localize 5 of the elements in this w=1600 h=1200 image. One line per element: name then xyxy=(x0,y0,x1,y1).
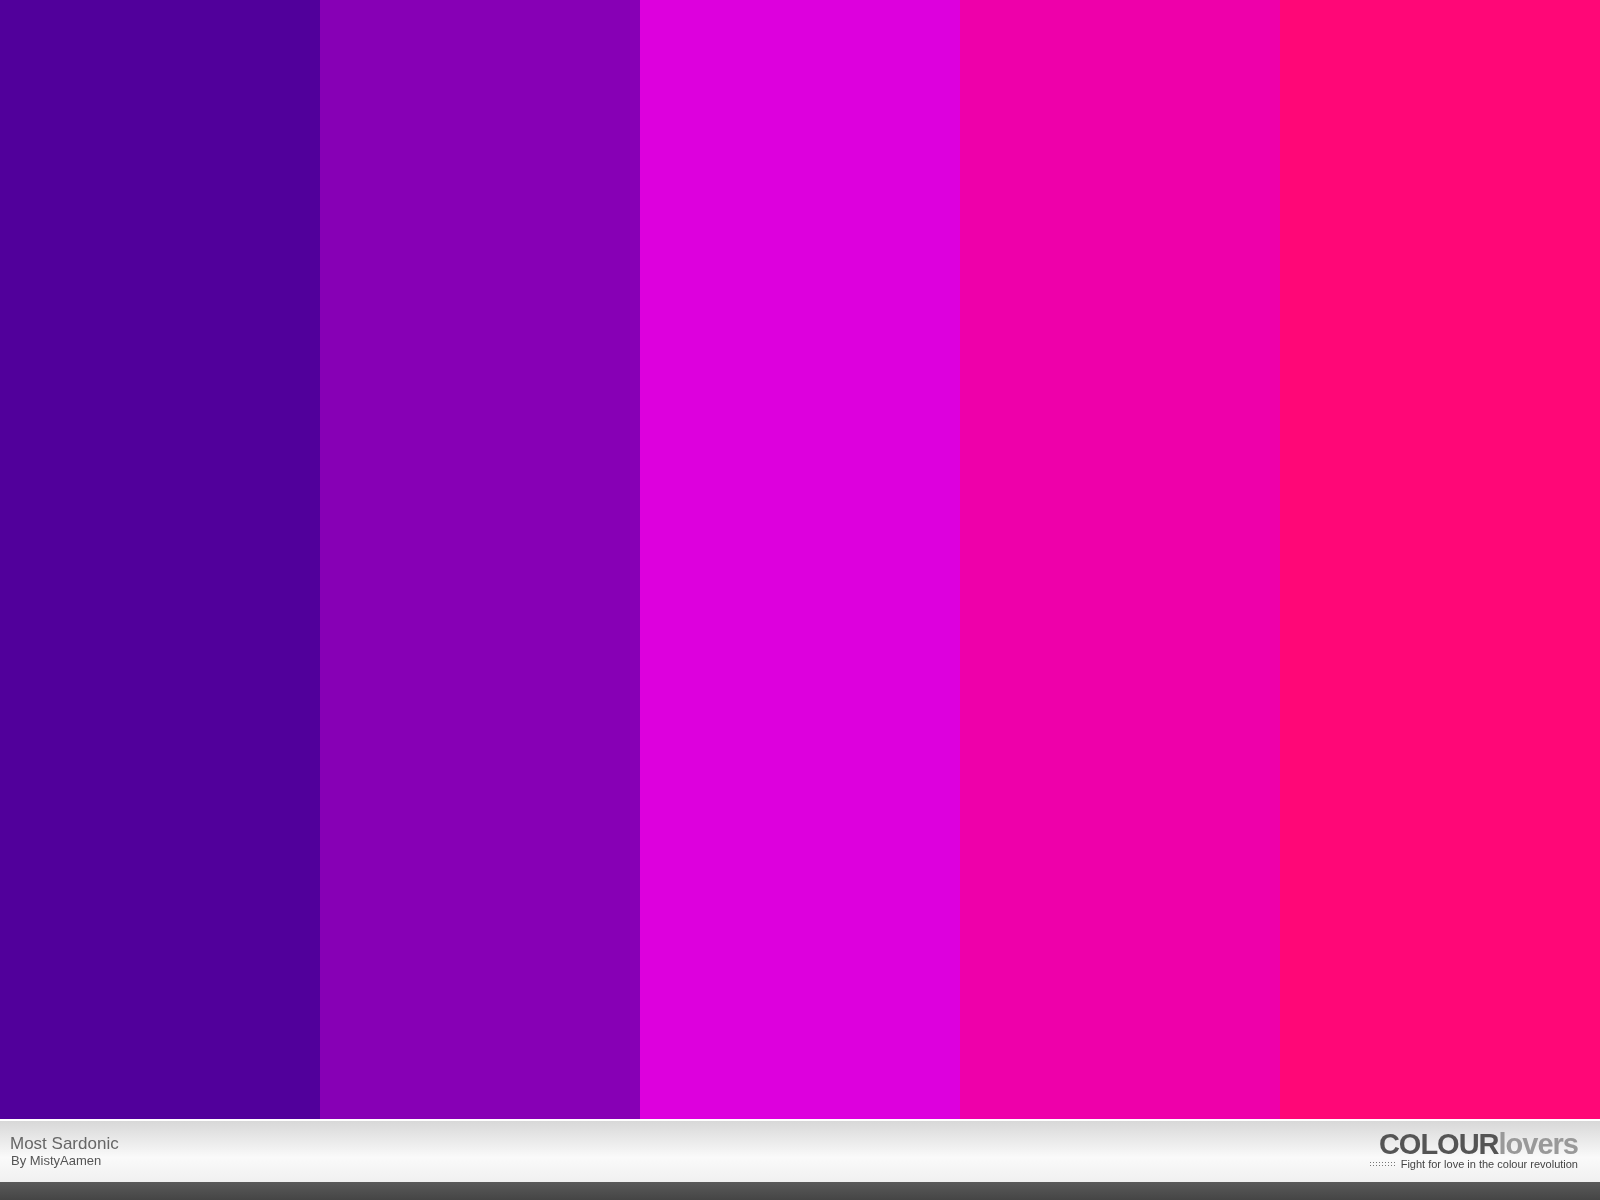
tagline: Fight for love in the colour revolution xyxy=(1400,1158,1578,1170)
logo-text: COLOUR xyxy=(1378,1130,1499,1158)
palette-title: Most Sardonic xyxy=(10,1135,119,1153)
author-credit: By MistyAamen xyxy=(11,1153,103,1168)
logo-text: lovers xyxy=(1498,1130,1578,1158)
